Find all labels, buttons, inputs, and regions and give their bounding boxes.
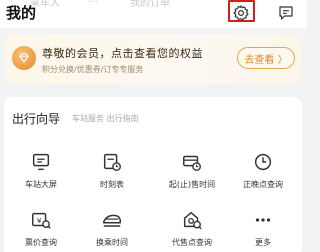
clock-icon xyxy=(254,153,272,171)
svg-text:¥: ¥ xyxy=(37,216,42,225)
guide-item-label: 起(止)售时间 xyxy=(168,180,216,189)
message-icon[interactable] xyxy=(275,2,297,24)
agency-icon xyxy=(183,211,202,230)
travel-guide-panel: 出行向导 车站服务 出行指南 车站大屏 时刻表 起(止)售时间 正晚点查询 ¥ … xyxy=(4,97,302,252)
guide-item-agency[interactable]: 代售点查询 xyxy=(157,209,227,248)
page-title: 我的 xyxy=(6,4,37,22)
faded-tab-ellipsis: … xyxy=(88,0,98,5)
guide-title: 出行向导 xyxy=(12,112,61,126)
guide-item-label: 代售点查询 xyxy=(172,238,212,247)
guide-item-label: 车站大屏 xyxy=(25,180,57,189)
guide-item-transfer[interactable]: 换乘时间 xyxy=(77,209,147,248)
vip-diamond-icon xyxy=(12,46,36,70)
fare-icon: ¥ xyxy=(32,212,51,229)
gear-icon[interactable] xyxy=(230,2,252,24)
guide-item-label: 换乘时间 xyxy=(96,238,128,247)
guide-item-label: 正晚点查询 xyxy=(243,180,283,189)
station-screen-icon xyxy=(32,153,50,171)
top-bar: 乘车人 … 我的订单 我的 xyxy=(0,0,307,28)
faded-tab-orders: 我的订单 xyxy=(130,0,170,9)
sale-time-icon xyxy=(183,155,201,171)
member-card-subtitle: 积分兑换/优惠券/订专专服务 xyxy=(42,65,144,74)
more-icon xyxy=(255,218,271,222)
guide-item-sale-time[interactable]: 起(止)售时间 xyxy=(157,151,227,190)
member-card-title: 尊敬的会员，点击查看您的权益 xyxy=(42,47,203,60)
member-benefits-card[interactable]: 尊敬的会员，点击查看您的权益 积分兑换/优惠券/订专专服务 去查看 〉 xyxy=(4,34,302,84)
guide-item-delay-query[interactable]: 正晚点查询 xyxy=(228,151,298,190)
guide-subtitle: 车站服务 出行指南 xyxy=(72,114,139,123)
guide-item-label: 更多 xyxy=(255,238,271,247)
transfer-icon xyxy=(103,214,121,227)
timetable-icon xyxy=(103,153,121,171)
view-benefits-button[interactable]: 去查看 〉 xyxy=(237,47,295,69)
guide-item-label: 时刻表 xyxy=(100,180,124,189)
guide-item-station-screen[interactable]: 车站大屏 xyxy=(6,151,76,190)
guide-item-more[interactable]: 更多 xyxy=(228,209,298,248)
guide-item-label: 票价查询 xyxy=(25,238,57,247)
guide-item-timetable[interactable]: 时刻表 xyxy=(77,151,147,190)
guide-item-fare[interactable]: ¥ 票价查询 xyxy=(6,209,76,248)
